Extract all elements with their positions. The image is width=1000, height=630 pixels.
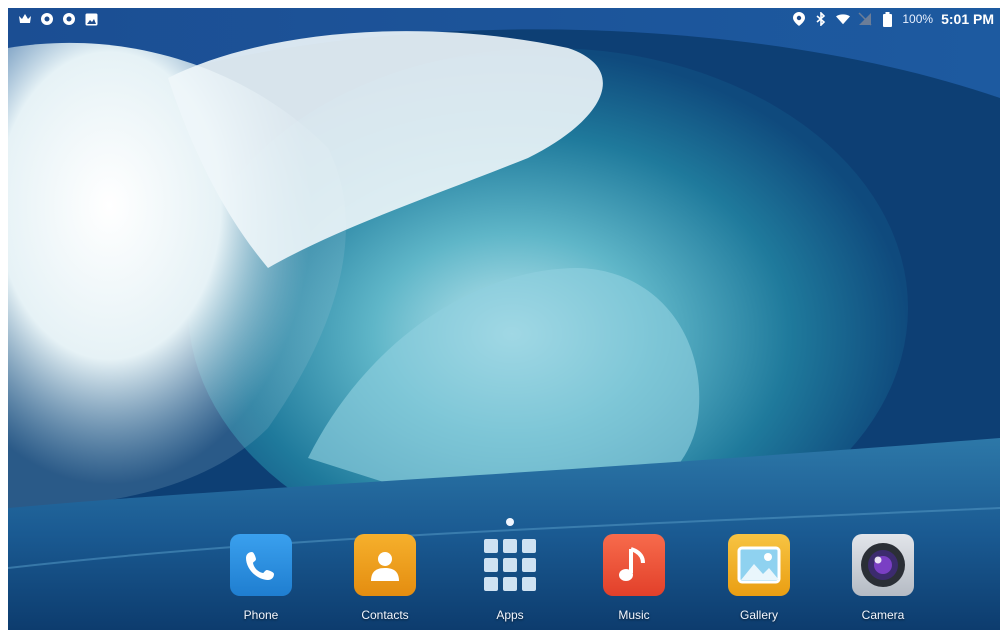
app-label-camera: Camera [861,608,905,622]
sync-icon [62,12,76,26]
status-right-icons: 100% 5:01 PM [792,11,994,27]
bluetooth-icon [814,12,828,26]
dock-item-contacts[interactable]: Contacts [340,534,430,622]
wifi-icon [836,12,851,26]
home-screen: 100% 5:01 PM Phone Contacts Apps Music G… [8,8,1000,630]
battery-percentage: 100% [902,12,934,26]
dock-item-apps[interactable]: Apps [465,534,555,622]
crown-icon [18,12,32,26]
app-dock: Phone Contacts Apps Music Gallery Camera [8,534,1000,630]
camera-icon[interactable] [852,534,914,596]
app-label-apps: Apps [496,608,524,622]
app-label-gallery: Gallery [739,608,778,622]
dock-item-gallery[interactable]: Gallery [714,534,804,622]
no-signal-icon [858,12,872,26]
contacts-icon[interactable] [354,534,416,596]
dock-item-phone[interactable]: Phone [216,534,306,622]
image-icon [84,12,98,26]
gallery-icon[interactable] [728,534,790,596]
app-label-music: Music [618,608,650,622]
status-bar: 100% 5:01 PM [8,8,1000,30]
music-icon[interactable] [603,534,665,596]
phone-icon[interactable] [230,534,292,596]
app-label-phone: Phone [243,608,279,622]
status-clock: 5:01 PM [941,11,994,27]
sync-icon [40,12,54,26]
app-label-contacts: Contacts [361,608,409,622]
dock-item-music[interactable]: Music [589,534,679,622]
apps-grid-icon[interactable] [479,534,541,596]
battery-icon [880,11,894,27]
status-left-icons [18,12,98,26]
location-icon [792,12,806,26]
page-indicator-dot [506,518,514,526]
dock-item-camera[interactable]: Camera [838,534,928,622]
